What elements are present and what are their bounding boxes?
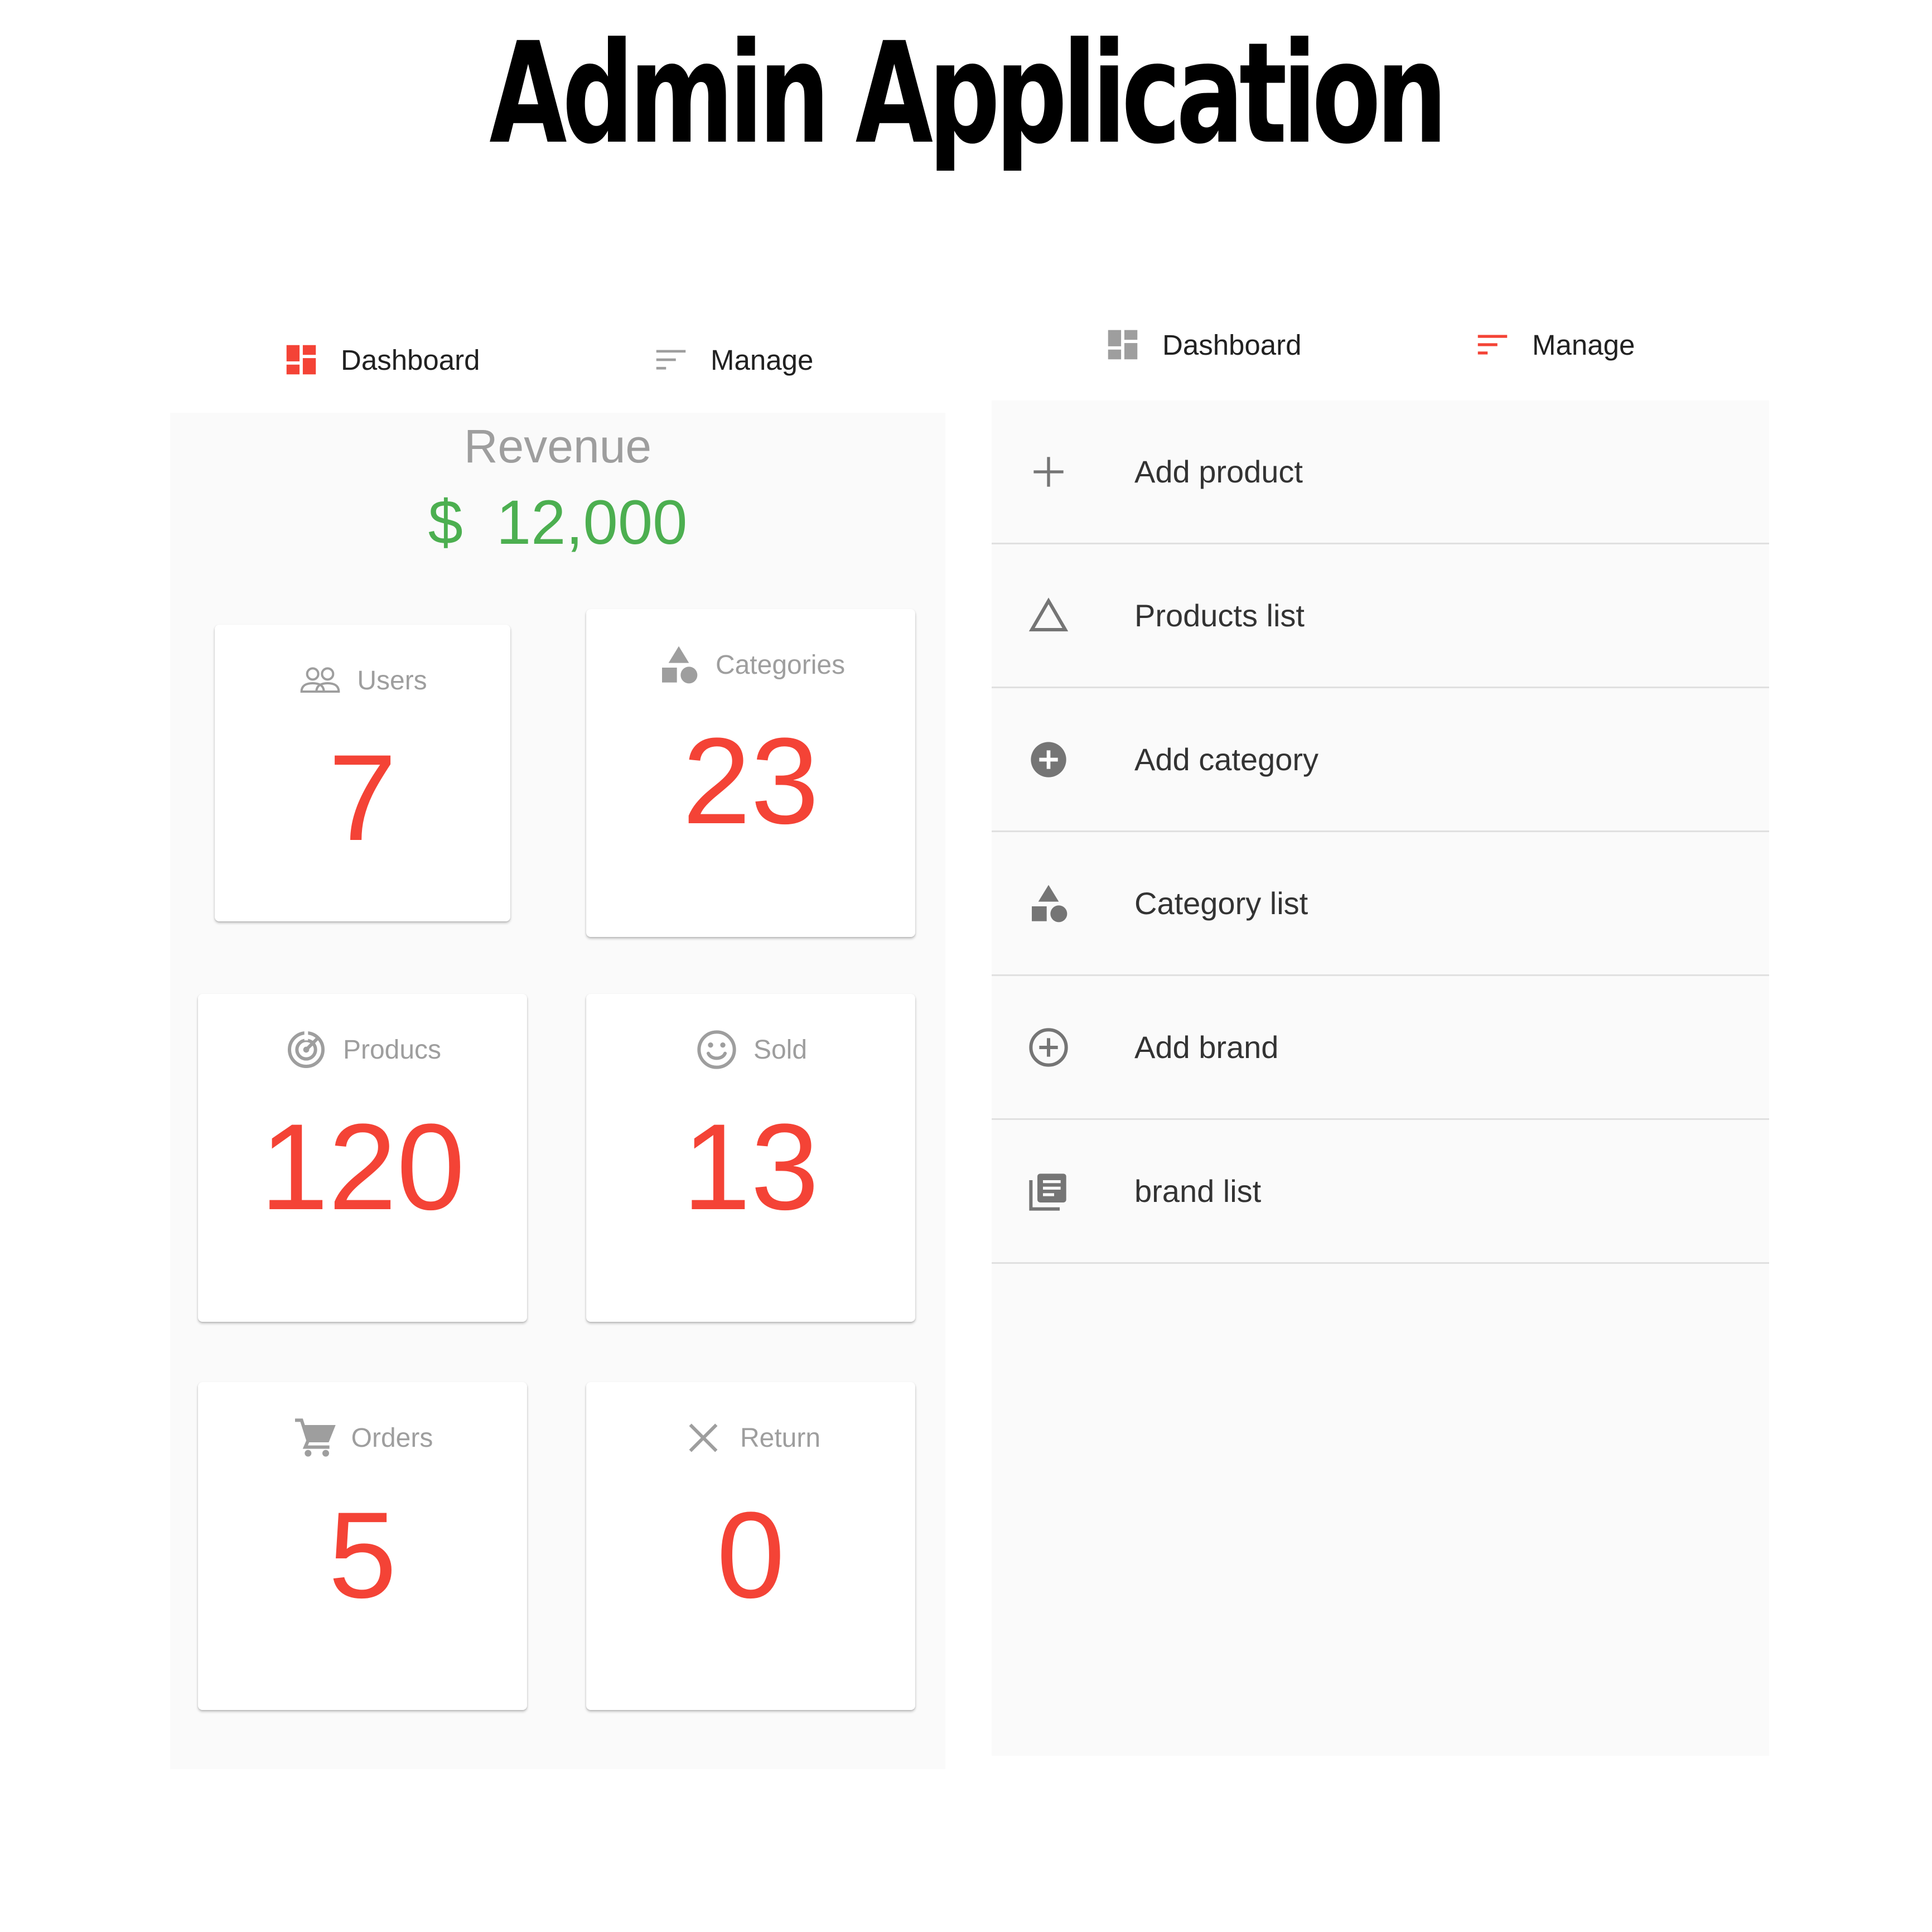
category-icon [661, 646, 698, 684]
revenue-value: $12,000 [170, 486, 945, 558]
add-circle-outline-icon [1029, 1027, 1068, 1067]
dashboard-panel: Revenue $12,000 Users 7 Categories 23 Pr… [170, 413, 945, 1769]
menu-label: Add product [1134, 454, 1303, 489]
stat-label-orders: Orders [351, 1423, 433, 1453]
menu-label: Add brand [1134, 1030, 1279, 1065]
stat-card-users[interactable]: Users 7 [215, 625, 510, 921]
shopping-cart-icon [294, 1418, 336, 1457]
stat-label-categories: Categories [715, 650, 846, 680]
stat-card-products[interactable]: Producs 120 [198, 994, 527, 1322]
tab-manage-label: Manage [711, 344, 814, 376]
dashboard-icon [1108, 330, 1138, 360]
tab-manage[interactable]: Manage [1473, 322, 1635, 367]
add-icon [1033, 456, 1064, 487]
tab-dashboard-label: Dashboard [1162, 329, 1302, 361]
stat-label-return: Return [740, 1423, 821, 1453]
menu-add-product[interactable]: Add product [992, 400, 1769, 544]
stat-card-categories[interactable]: Categories 23 [586, 609, 915, 937]
menu-label: Add category [1134, 742, 1318, 777]
menu-add-brand[interactable]: Add brand [992, 976, 1769, 1120]
tab-dashboard[interactable]: Dashboard [282, 337, 480, 382]
manage-panel: Add product Products list Add category C… [992, 400, 1769, 1756]
sort-icon [656, 350, 686, 370]
tab-dashboard[interactable]: Dashboard [1103, 322, 1302, 367]
page-title: Admin Application [489, 12, 1447, 175]
menu-products-list[interactable]: Products list [992, 544, 1769, 688]
stat-card-header: Users [215, 658, 510, 703]
sort-icon [1477, 335, 1508, 355]
stat-value-products: 120 [260, 1098, 465, 1235]
menu-label: brand list [1134, 1173, 1262, 1209]
library-books-icon [1029, 1173, 1066, 1211]
stat-value-categories: 23 [682, 712, 819, 849]
stat-label-products: Producs [342, 1035, 442, 1065]
revenue-amount: 12,000 [496, 487, 688, 557]
menu-brand-list[interactable]: brand list [992, 1120, 1769, 1264]
stat-value-sold: 13 [682, 1098, 819, 1235]
stat-card-header: Sold [586, 1027, 915, 1072]
stat-card-header: Producs [198, 1027, 527, 1072]
dashboard-icon [286, 345, 316, 375]
menu-add-category[interactable]: Add category [992, 688, 1769, 832]
tab-dashboard-label: Dashboard [341, 344, 480, 376]
menu-category-list[interactable]: Category list [992, 832, 1769, 976]
tab-manage[interactable]: Manage [651, 337, 813, 382]
people-outline-icon [300, 667, 340, 693]
revenue-title: Revenue [463, 420, 652, 472]
stat-card-header: Orders [198, 1416, 527, 1460]
menu-label: Products list [1134, 598, 1305, 633]
tab-manage-label: Manage [1532, 329, 1635, 361]
stat-card-return[interactable]: Return 0 [586, 1382, 915, 1710]
close-icon [689, 1423, 718, 1452]
stat-value-return: 0 [716, 1486, 785, 1624]
stat-card-sold[interactable]: Sold 13 [586, 994, 915, 1322]
stat-label-users: Users [357, 665, 427, 695]
stat-card-header: Return [586, 1416, 915, 1460]
smiley-icon [697, 1030, 736, 1069]
add-circle-icon [1031, 741, 1066, 777]
menu-label: Category list [1134, 886, 1308, 921]
track-changes-icon [287, 1031, 325, 1068]
revenue-currency: $ [428, 487, 463, 557]
stat-label-sold: Sold [753, 1035, 808, 1065]
stat-card-orders[interactable]: Orders 5 [198, 1382, 527, 1710]
stat-value-users: 7 [328, 729, 397, 866]
stat-value-orders: 5 [328, 1486, 397, 1624]
triangle-outline-icon [1028, 597, 1069, 631]
category-icon [1032, 885, 1068, 922]
stat-card-header: Categories [586, 643, 915, 687]
